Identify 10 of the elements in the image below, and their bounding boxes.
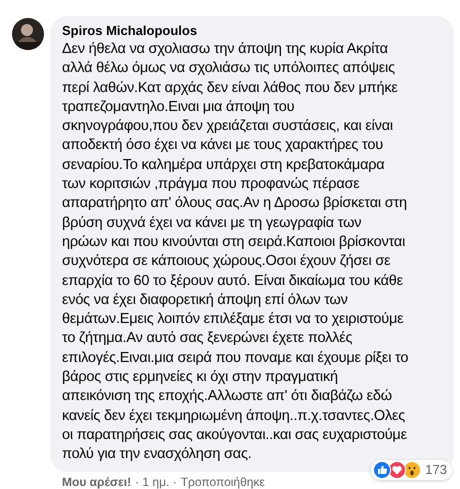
love-reaction-icon [388, 460, 406, 479]
author-name[interactable]: Spiros Michalopoulos [62, 23, 444, 39]
reaction-count: 173 [425, 462, 447, 478]
like-link[interactable]: Μου αρέσει! [62, 474, 132, 489]
edited-label: Τροποποιήθηκε [180, 474, 265, 489]
wow-reaction-icon [403, 460, 422, 479]
comment-time: · 1 ημ. · [135, 474, 177, 489]
avatar[interactable] [12, 18, 44, 50]
reactions-summary[interactable]: 173 [371, 460, 452, 480]
like-reaction-icon [373, 460, 392, 479]
